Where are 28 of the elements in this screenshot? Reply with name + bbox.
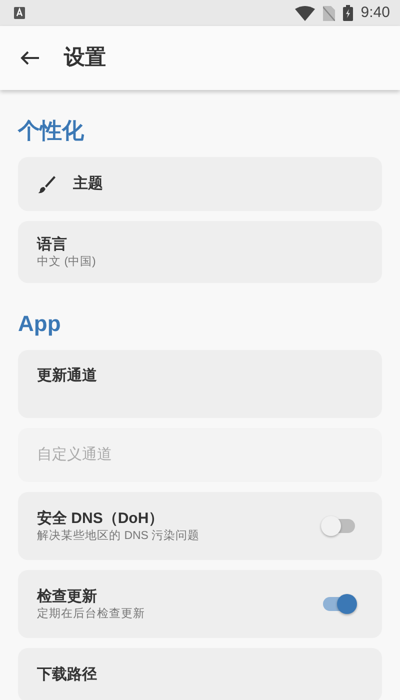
item-title: 主题 [73,174,104,194]
item-subtitle: 中文 (中国) [37,255,97,269]
keyboard-icon [14,7,25,19]
page-title: 设置 [64,45,106,72]
settings-item[interactable]: 下载路径 [18,648,382,700]
settings-item[interactable]: 检查更新 定期在后台检查更新 [18,570,382,638]
section-title: App [18,310,62,338]
brush-icon [37,174,56,194]
item-subtitle: 定期在后台检查更新 [37,607,146,621]
settings-item[interactable]: 主题 [18,157,382,211]
settings-item[interactable]: 语言 中文 (中国) [18,221,382,283]
settings-item[interactable]: 更新通道 [18,350,382,418]
item-title: 安全 DNS（DoH） [37,509,165,529]
item-title: 检查更新 [37,587,98,607]
item-title: 语言 [37,235,68,255]
clock-time: 9:40 [360,2,390,23]
battery-icon [342,5,353,21]
no-sim-icon [322,6,335,20]
settings-item[interactable]: 安全 DNS（DoH） 解决某些地区的 DNS 污染问题 [18,492,382,560]
wifi-icon [294,6,315,20]
toggle-switch[interactable] [323,519,355,533]
item-title: 更新通道 [37,366,98,386]
toggle-switch[interactable] [323,597,355,611]
item-title: 下载路径 [37,665,98,685]
back-icon[interactable] [20,50,40,66]
item-title: 自定义通道 [37,445,113,465]
item-subtitle: 解决某些地区的 DNS 污染问题 [37,529,201,543]
section-title: 个性化 [18,117,85,145]
